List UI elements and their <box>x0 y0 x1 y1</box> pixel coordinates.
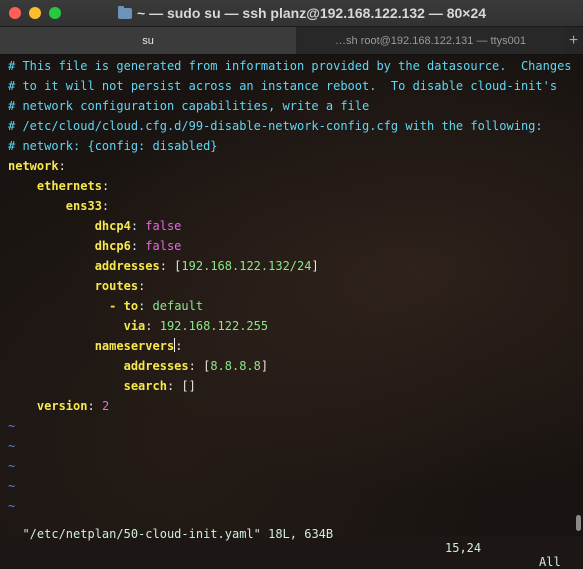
tab-label: su <box>142 34 154 47</box>
yaml-line-network: network: <box>8 159 66 173</box>
folder-icon <box>118 5 132 19</box>
yaml-line-version: version: 2 <box>36 399 110 413</box>
empty-line-marker: ~ <box>8 459 16 473</box>
window-title: ~ — sudo su — ssh planz@192.168.122.132 … <box>118 4 486 22</box>
tab-bar: su …sh root@192.168.122.131 — ttys001 + <box>0 27 583 55</box>
status-scroll-indicator: All <box>539 555 561 569</box>
yaml-line-dhcp6: dhcp6: false <box>94 239 182 253</box>
status-filename: "/etc/netplan/50-cloud-init.yaml" 18L, 6… <box>22 527 334 541</box>
yaml-line-route-via: via: 192.168.122.255 <box>123 319 269 333</box>
comment-line: # network configuration capabilities, wr… <box>8 99 370 113</box>
yaml-key: dhcp6 <box>94 239 131 253</box>
comment-line: # /etc/cloud/cloud.cfg.d/99-disable-netw… <box>8 119 543 133</box>
yaml-key: network <box>8 159 59 173</box>
yaml-value: 8.8.8.8 <box>210 359 261 373</box>
new-tab-button[interactable]: + <box>564 27 583 54</box>
yaml-line-addresses: addresses: [192.168.122.132/24] <box>94 259 319 273</box>
yaml-line-search: search: [] <box>123 379 196 393</box>
tab-su[interactable]: su <box>0 27 296 54</box>
yaml-key: search <box>123 379 167 393</box>
yaml-key: dhcp4 <box>94 219 131 233</box>
yaml-key: ethernets <box>36 179 102 193</box>
comment-line: # This file is generated from informatio… <box>8 59 572 73</box>
yaml-line-routes: routes: <box>94 279 146 293</box>
minimize-window-button[interactable] <box>29 7 41 19</box>
yaml-line-ns-addresses: addresses: [8.8.8.8] <box>123 359 269 373</box>
vim-status-line: "/etc/netplan/50-cloud-init.yaml" 18L, 6… <box>8 513 578 569</box>
terminal-content[interactable]: # This file is generated from informatio… <box>0 55 583 536</box>
yaml-key: addresses <box>123 359 189 373</box>
yaml-value: 192.168.122.132/24 <box>181 259 312 273</box>
scrollbar[interactable] <box>576 515 581 531</box>
yaml-key: version <box>36 399 88 413</box>
yaml-key: addresses <box>94 259 160 273</box>
yaml-key: to <box>123 299 139 313</box>
yaml-line-ethernets: ethernets: <box>36 179 110 193</box>
status-cursor-position: 15,24 <box>445 541 482 555</box>
yaml-line-nameservers: nameservers: <box>94 338 183 353</box>
close-window-button[interactable] <box>9 7 21 19</box>
yaml-value: false <box>145 219 182 233</box>
yaml-value: false <box>145 239 182 253</box>
yaml-key: routes <box>94 279 139 293</box>
title-bar: ~ — sudo su — ssh planz@192.168.122.132 … <box>0 0 583 27</box>
empty-line-marker: ~ <box>8 419 16 433</box>
comment-line: # network: {config: disabled} <box>8 139 218 153</box>
window-title-text: ~ — sudo su — ssh planz@192.168.122.132 … <box>137 5 487 21</box>
tab-ssh-root[interactable]: …sh root@192.168.122.131 — ttys001 <box>297 27 564 54</box>
yaml-key: ens33 <box>65 199 102 213</box>
yaml-key: nameservers <box>94 339 175 353</box>
yaml-value: default <box>152 299 204 313</box>
empty-line-marker: ~ <box>8 479 16 493</box>
empty-line-marker: ~ <box>8 439 16 453</box>
tab-label: …sh root@192.168.122.131 — ttys001 <box>335 34 526 47</box>
yaml-value: [] <box>181 379 196 393</box>
comment-line: # to it will not persist across an insta… <box>8 79 558 93</box>
yaml-key: via <box>123 319 146 333</box>
zoom-window-button[interactable] <box>49 7 61 19</box>
yaml-value: 192.168.122.255 <box>159 319 269 333</box>
yaml-value: 2 <box>101 399 110 413</box>
yaml-line-dhcp4: dhcp4: false <box>94 219 182 233</box>
yaml-line-interface: ens33: <box>65 199 110 213</box>
yaml-line-route-to: - to: default <box>109 299 204 313</box>
